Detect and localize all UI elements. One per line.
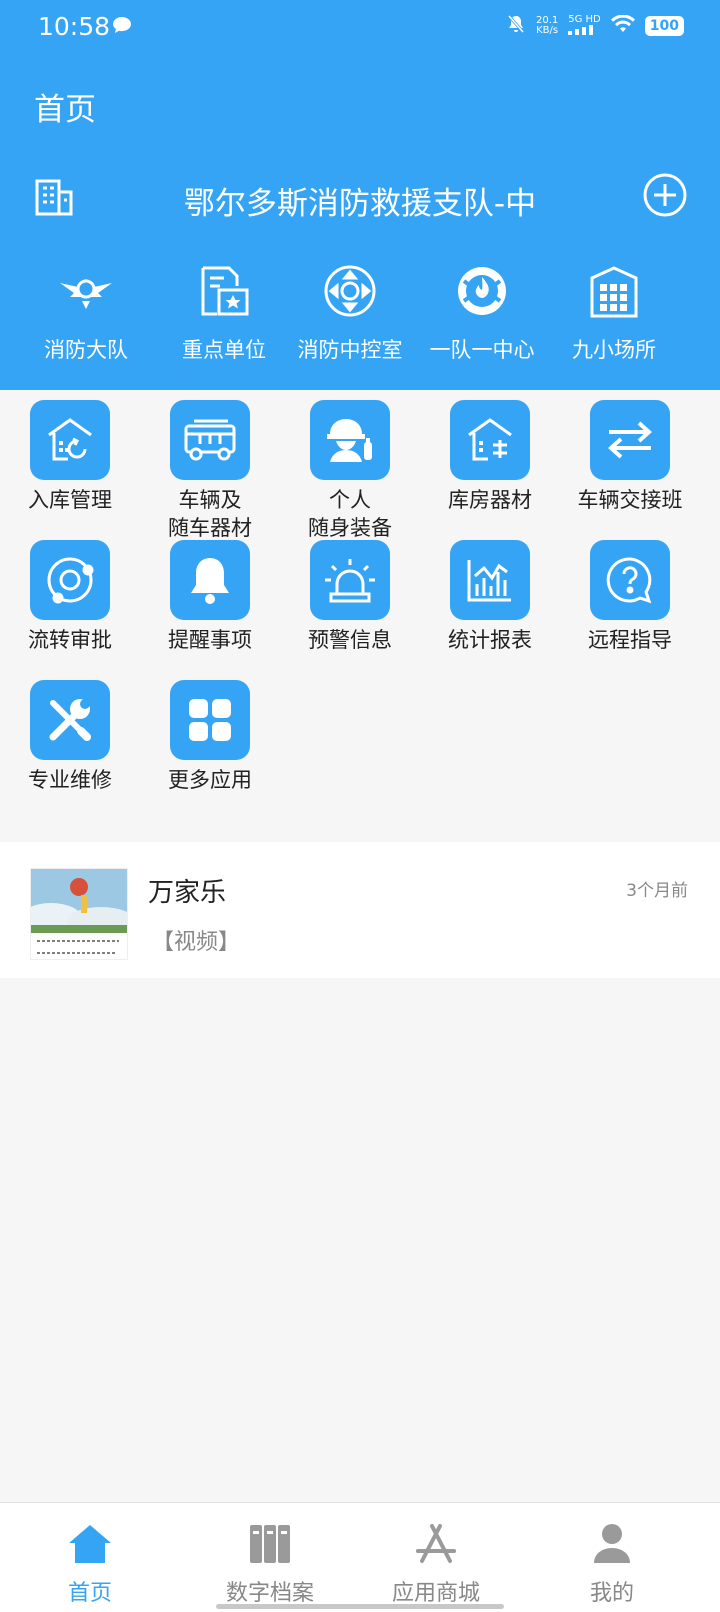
bottom-tab-bar: 首页 数字档案 应用商城 我的 (0, 1502, 720, 1612)
app-warnings[interactable]: 预警信息 (278, 540, 422, 654)
storeroom-icon (450, 400, 530, 480)
app-statistics[interactable]: 统计报表 (418, 540, 562, 654)
app-label: 远程指导 (588, 628, 672, 652)
quick-fire-brigade[interactable]: 消防大队 (16, 262, 156, 364)
home-icon (0, 1521, 180, 1567)
page-title: 首页 (34, 92, 96, 128)
swap-arrows-icon (590, 400, 670, 480)
news-time: 3个月前 (626, 881, 688, 901)
firefighter-gear-icon (310, 400, 390, 480)
tab-home[interactable]: 首页 (0, 1521, 180, 1607)
tab-label: 应用商城 (391, 1581, 480, 1606)
quick-action-label: 消防大队 (44, 338, 128, 362)
app-remote-guidance[interactable]: 远程指导 (558, 540, 702, 654)
status-icons: 20.1 KB/s 5G HD 100 (506, 14, 684, 38)
alarm-light-icon (310, 540, 390, 620)
quick-fire-center[interactable]: 一队一中心 (412, 262, 552, 364)
quick-action-label: 九小场所 (572, 338, 656, 362)
news-title: 万家乐 (148, 878, 227, 908)
control-room-icon (280, 262, 420, 320)
quick-key-units[interactable]: 重点单位 (154, 262, 294, 364)
quick-action-label: 重点单位 (182, 338, 266, 362)
bell-icon (170, 540, 250, 620)
app-label: 更多应用 (168, 768, 252, 792)
app-approval[interactable]: 流转审批 (0, 540, 142, 654)
quick-control-room[interactable]: 消防中控室 (280, 262, 420, 364)
status-time: 10:58 (38, 12, 111, 41)
news-thumbnail (30, 868, 128, 960)
orbit-approval-icon (30, 540, 110, 620)
key-unit-icon (154, 262, 294, 320)
tab-label: 数字档案 (225, 1581, 314, 1606)
tools-icon (30, 680, 110, 760)
app-label: 入库管理 (28, 488, 112, 512)
chat-bubble-icon (112, 16, 132, 38)
fire-center-icon (412, 262, 552, 320)
tab-label: 我的 (589, 1581, 634, 1606)
app-personal-gear[interactable]: 个人 随身装备 (278, 400, 422, 542)
network-type: 5G HD (568, 13, 601, 38)
network-type-label: 5G HD (568, 13, 601, 25)
fire-truck-icon (170, 400, 250, 480)
app-reminders[interactable]: 提醒事项 (138, 540, 282, 654)
app-repair[interactable]: 专业维修 (0, 680, 142, 794)
building-icon (34, 176, 76, 222)
app-storeroom[interactable]: 库房器材 (418, 400, 562, 514)
quick-action-label: 消防中控室 (297, 338, 403, 362)
tab-profile[interactable]: 我的 (522, 1521, 702, 1607)
fire-brigade-emblem-icon (16, 262, 156, 320)
header-panel: 10:58 20.1 KB/s 5G HD 100 首页 鄂尔多斯消防救援支队-中 (0, 0, 720, 390)
news-tag: 【视频】 (152, 930, 241, 955)
news-item[interactable]: 万家乐 【视频】 3个月前 (0, 842, 720, 978)
small-venue-icon (544, 262, 684, 320)
app-vehicle-handover[interactable]: 车辆交接班 (558, 400, 702, 514)
tab-label: 首页 (67, 1581, 112, 1606)
app-label: 流转审批 (28, 628, 112, 652)
mute-bell-icon (506, 14, 526, 38)
bar-chart-icon (450, 540, 530, 620)
app-grid: 入库管理 车辆及 随车器材 个人 随身装备 库房器材 车辆交接班 流转审批 提醒… (0, 390, 720, 842)
app-store-icon (346, 1521, 526, 1567)
app-label: 库房器材 (448, 488, 532, 512)
app-label: 预警信息 (308, 628, 392, 652)
signal-icon (568, 24, 594, 35)
battery-indicator: 100 (644, 16, 684, 36)
app-label: 统计报表 (448, 628, 532, 652)
help-chat-icon (590, 540, 670, 620)
tab-app-store[interactable]: 应用商城 (346, 1521, 526, 1607)
wifi-icon (610, 14, 635, 37)
app-vehicle-equipment[interactable]: 车辆及 随车器材 (138, 400, 282, 542)
app-label: 车辆交接班 (577, 488, 683, 512)
app-warehouse-in[interactable]: 入库管理 (0, 400, 142, 514)
quick-actions: 消防大队 重点单位 消防中控室 一队一中心 九小场所 (0, 262, 720, 372)
profile-icon (522, 1521, 702, 1567)
app-label: 专业维修 (28, 768, 112, 792)
app-label: 车辆及 随车器材 (168, 488, 252, 540)
org-name: 鄂尔多斯消防救援支队-中 (183, 186, 537, 222)
archive-icon (180, 1521, 360, 1567)
more-apps-icon (170, 680, 250, 760)
quick-action-label: 一队一中心 (429, 338, 535, 362)
add-circle-icon[interactable] (642, 172, 688, 222)
network-speed-unit: KB/s (536, 25, 559, 36)
app-label: 个人 随身装备 (308, 488, 392, 540)
quick-small-venues[interactable]: 九小场所 (544, 262, 684, 364)
tab-archive[interactable]: 数字档案 (180, 1521, 360, 1607)
status-bar: 10:58 20.1 KB/s 5G HD 100 (0, 0, 720, 56)
warehouse-in-icon (30, 400, 110, 480)
app-label: 提醒事项 (168, 628, 252, 652)
home-indicator (216, 1604, 504, 1609)
network-speed: 20.1 KB/s (536, 16, 558, 36)
org-selector[interactable]: 鄂尔多斯消防救援支队-中 (0, 168, 720, 232)
app-more[interactable]: 更多应用 (138, 680, 282, 794)
